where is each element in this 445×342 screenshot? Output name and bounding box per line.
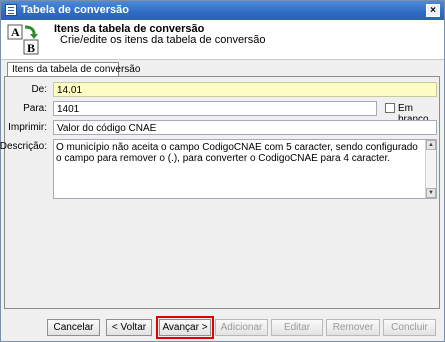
logo-letter-b: B xyxy=(27,41,35,55)
em-branco-checkbox[interactable] xyxy=(385,103,395,113)
imprimir-label: Imprimir: xyxy=(8,122,47,133)
imprimir-input[interactable]: Valor do código CNAE xyxy=(53,120,437,135)
descricao-scrollbar[interactable]: ▲ ▼ xyxy=(425,140,436,198)
window-title: Tabela de conversão xyxy=(21,4,130,16)
descricao-textarea[interactable]: O município não aceita o campo CodigoCNA… xyxy=(53,139,437,199)
logo-letter-a: A xyxy=(11,25,20,39)
dialog-window: Tabela de conversão × A B Itens da tabel… xyxy=(0,0,445,342)
voltar-button[interactable]: < Voltar xyxy=(106,319,152,336)
remover-button[interactable]: Remover xyxy=(326,319,380,336)
app-icon xyxy=(5,4,17,16)
descricao-text: O município não aceita o campo CodigoCNA… xyxy=(56,142,418,164)
close-button[interactable]: × xyxy=(426,4,440,17)
button-bar: Cancelar < Voltar Avançar > Adicionar Ed… xyxy=(1,313,444,341)
conversion-logo-icon: A B xyxy=(7,24,39,55)
header-subtitle: Crie/edite os itens da tabela de convers… xyxy=(60,34,266,46)
avancar-button[interactable]: Avançar > xyxy=(156,316,214,339)
tab-panel: De: 14.01 Para: 1401 Em branco Imprimir:… xyxy=(0,76,440,309)
title-bar[interactable]: Tabela de conversão × xyxy=(1,1,444,20)
de-label: De: xyxy=(31,84,47,95)
de-input[interactable]: 14.01 xyxy=(53,82,437,97)
wizard-header: A B Itens da tabela de conversão Crie/ed… xyxy=(1,20,444,60)
descricao-label: Descrição: xyxy=(0,141,47,152)
adicionar-button[interactable]: Adicionar xyxy=(215,319,268,336)
tab-itens-tabela[interactable]: Itens da tabela de conversão xyxy=(7,62,140,77)
concluir-button[interactable]: Concluir xyxy=(383,319,436,336)
scroll-down-icon[interactable]: ▼ xyxy=(426,188,436,198)
scroll-up-icon[interactable]: ▲ xyxy=(426,140,436,150)
para-input[interactable]: 1401 xyxy=(53,101,377,116)
editar-button[interactable]: Editar xyxy=(271,319,323,336)
para-label: Para: xyxy=(23,103,47,114)
cancelar-button[interactable]: Cancelar xyxy=(47,319,100,336)
